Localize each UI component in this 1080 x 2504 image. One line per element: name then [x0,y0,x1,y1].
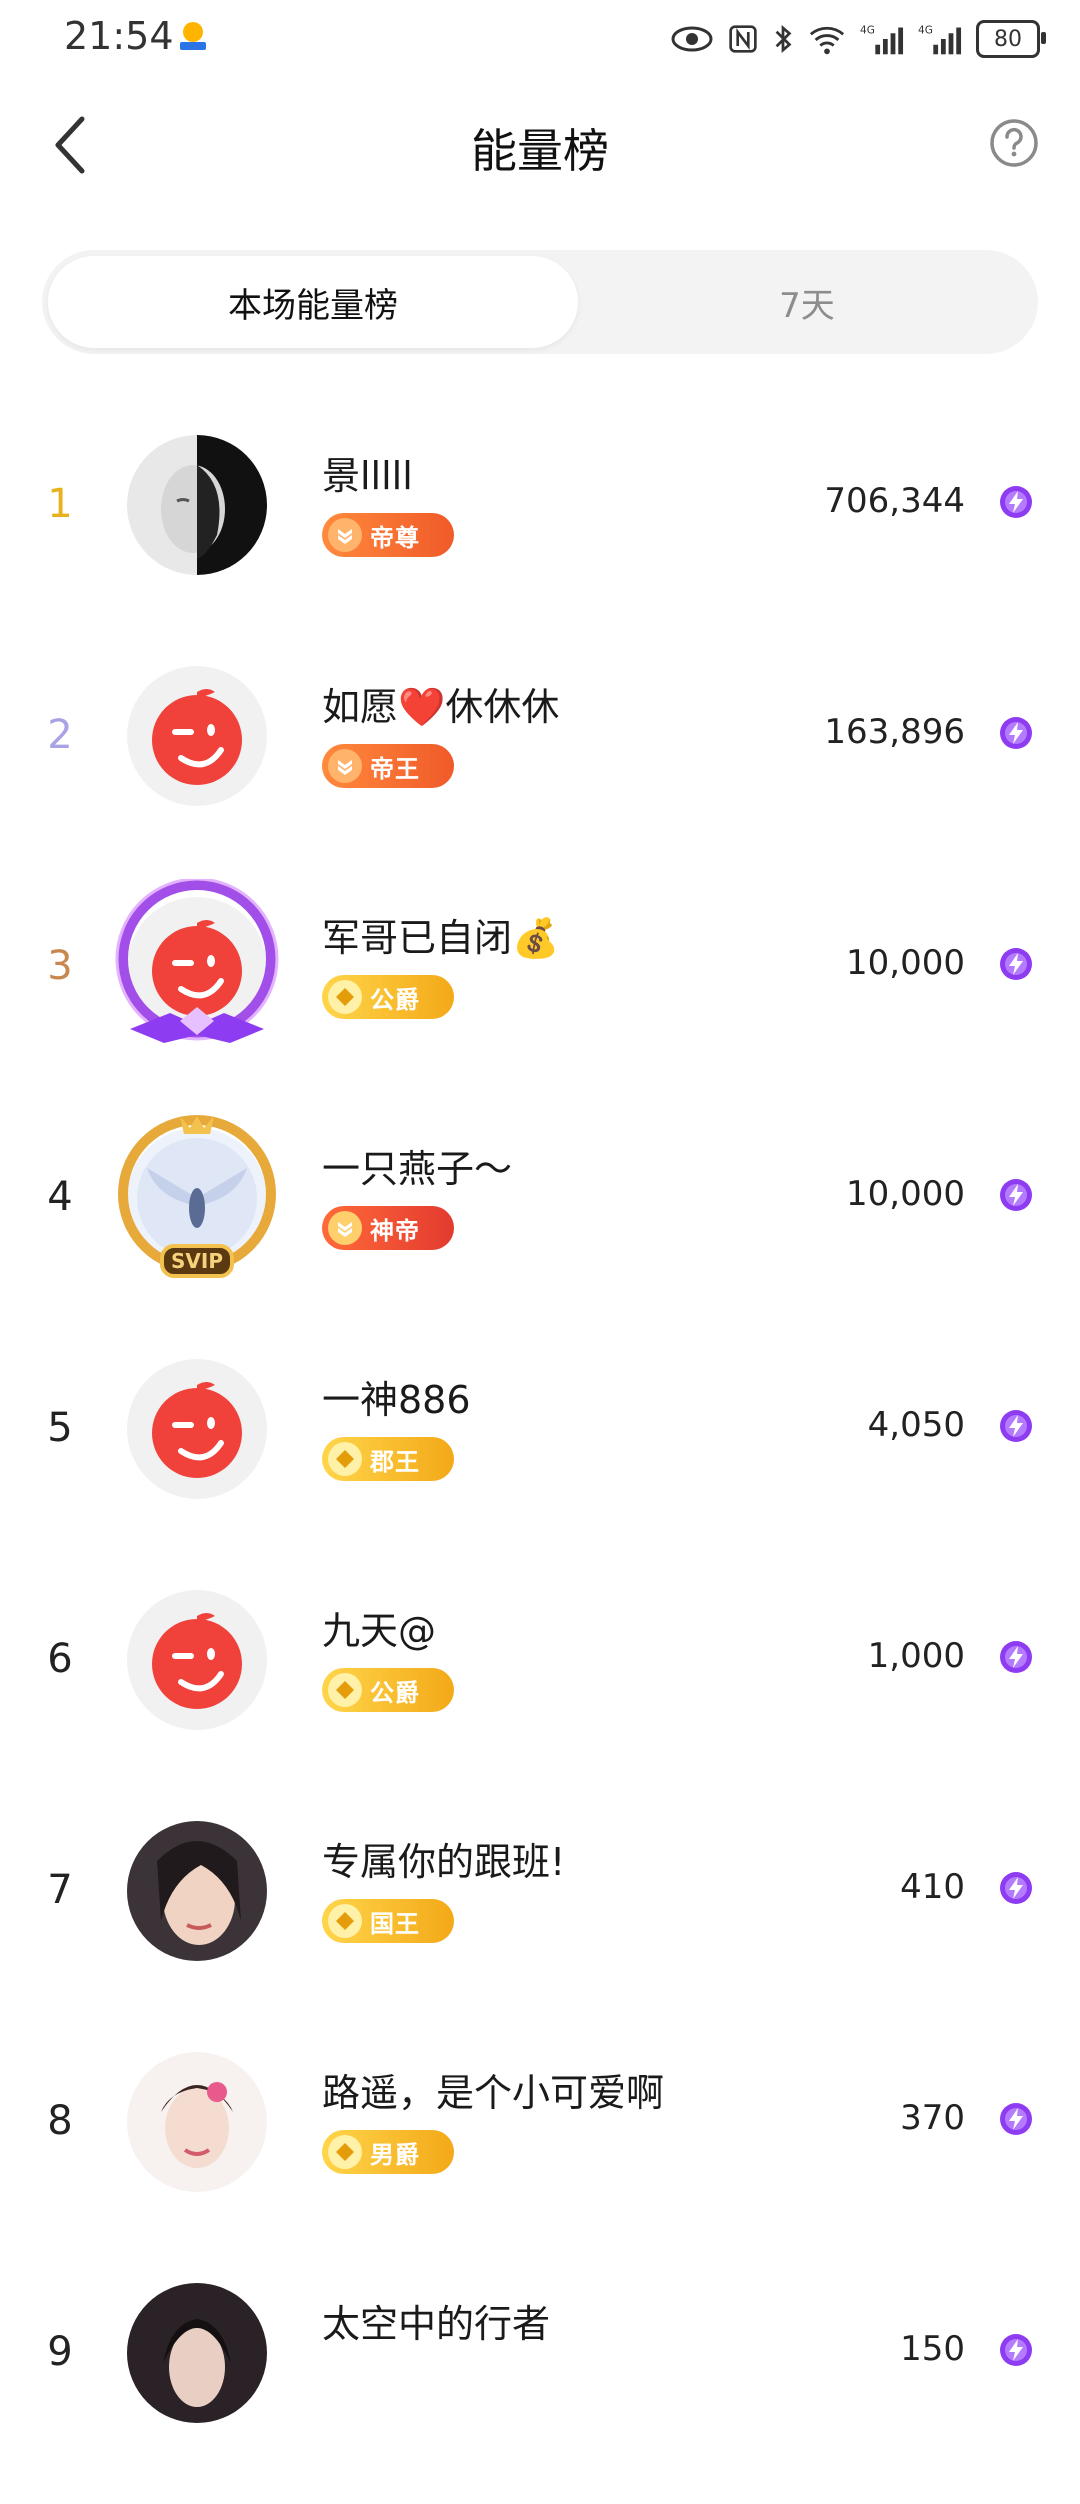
bluetooth-icon [775,25,792,53]
energy-bolt-icon [1000,486,1032,518]
user-name[interactable]: 景lllll [322,445,413,500]
purple-avatar-frame [115,879,279,1043]
level-badge-icon [328,1442,362,1476]
level-badge: 帝尊 [322,513,454,557]
page-title: 能量榜 [471,124,609,178]
rank-number: 5 [47,1405,73,1451]
status-bar: 21:54 4G 4G 80 [0,0,1080,80]
ranking-row[interactable]: 1 景lllll 帝尊 706,344 [0,425,1080,656]
ranking-row[interactable]: 5 一神886 郡王 4,050 [0,1349,1080,1580]
tab-current-session[interactable]: 本场能量榜 [48,256,578,348]
energy-score: 150 [900,2329,965,2369]
level-badge: 帝王 [322,744,454,788]
user-avatar[interactable] [127,2283,267,2423]
rank-number: 4 [47,1174,73,1220]
rank-number: 9 [47,2329,73,2375]
level-badge-label: 帝王 [370,754,420,783]
ranking-row[interactable]: 2 如愿❤️休休休 帝王 163,896 [0,656,1080,887]
user-avatar[interactable] [127,1590,267,1730]
signal-4g-icon-2: 4G [918,24,962,55]
help-icon[interactable] [988,117,1040,169]
user-name[interactable]: 九天@ [322,1600,436,1655]
level-badge-icon [328,2135,362,2169]
level-badge-icon [328,518,362,552]
level-badge: 男爵 [322,2130,454,2174]
rank-number: 7 [47,1867,73,1913]
rank-number: 2 [47,712,73,758]
user-avatar[interactable] [127,2052,267,2192]
level-badge-icon [328,1904,362,1938]
user-name[interactable]: 路遥，是个小可爱啊 [322,2062,664,2117]
level-badge-label: 公爵 [370,1678,420,1707]
level-badge: 公爵 [322,975,454,1019]
energy-bolt-icon [1000,1179,1032,1211]
app-notification-icon [180,22,206,50]
level-badge: 神帝 [322,1206,454,1250]
svg-text:SVIP: SVIP [171,1249,223,1273]
user-name[interactable]: 一只燕子～ [322,1138,512,1193]
level-badge-label: 郡王 [370,1447,420,1476]
top-nav: 能量榜 [0,95,1080,195]
level-badge: 公爵 [322,1668,454,1712]
energy-bolt-icon [1000,2103,1032,2135]
ranking-row[interactable]: 7 专属你的跟班! 国王 410 [0,1811,1080,2042]
energy-score: 4,050 [867,1405,965,1445]
energy-bolt-icon [1000,1641,1032,1673]
energy-score: 370 [900,2098,965,2138]
rank-number: 8 [47,2098,73,2144]
status-icons: 4G 4G 80 [670,14,1046,64]
svg-text:4G: 4G [860,24,875,36]
battery-icon: 80 [976,20,1046,58]
level-badge: 国王 [322,1899,454,1943]
energy-bolt-icon [1000,1872,1032,1904]
rank-number: 6 [47,1636,73,1682]
ranking-row[interactable]: 3 军哥已自闭💰 公爵 10,000 [0,879,1080,1118]
ranking-row[interactable]: 4 SVIP 一只燕子～ 神帝 10,000 [0,1115,1080,1349]
ranking-row[interactable]: 6 九天@ 公爵 1,000 [0,1580,1080,1811]
ranking-list: 1 景lllll 帝尊 706,344 2 如愿❤️休休休 帝王 163,896 [0,425,1080,2504]
level-badge-label: 公爵 [370,985,420,1014]
tab-7-days[interactable]: 7天 [582,256,1032,348]
nfc-icon [729,25,757,53]
level-badge-icon [328,980,362,1014]
user-name[interactable]: 如愿❤️休休休 [322,676,559,731]
svip-avatar-frame: SVIP [118,1115,276,1278]
level-badge: 郡王 [322,1437,454,1481]
energy-score: 10,000 [846,1174,965,1214]
level-badge-label: 国王 [370,1909,420,1938]
level-badge-label: 神帝 [370,1216,420,1245]
energy-bolt-icon [1000,1410,1032,1442]
rank-number: 3 [47,943,73,989]
wifi-icon [809,26,845,55]
status-time: 21:54 [64,14,174,58]
svg-text:4G: 4G [918,24,933,36]
user-avatar[interactable] [127,1359,267,1499]
ranking-tabs: 本场能量榜 7天 [42,250,1038,354]
level-badge-label: 帝尊 [370,523,420,552]
user-name[interactable]: 军哥已自闭💰 [322,907,559,962]
rank-number: 1 [47,481,73,527]
level-badge-icon [328,1211,362,1245]
energy-score: 10,000 [846,943,965,983]
user-avatar[interactable] [127,666,267,806]
level-badge-icon [328,1673,362,1707]
signal-4g-icon: 4G [860,24,904,55]
ranking-row[interactable]: 8 路遥，是个小可爱啊 男爵 370 [0,2042,1080,2273]
level-badge-icon [328,749,362,783]
energy-score: 706,344 [824,481,965,521]
energy-score: 163,896 [824,712,965,752]
user-name[interactable]: 一神886 [322,1369,471,1424]
user-avatar[interactable] [127,1821,267,1961]
ranking-row[interactable]: 9 太空中的行者 150 [0,2273,1080,2504]
energy-score: 1,000 [867,1636,965,1676]
energy-bolt-icon [1000,717,1032,749]
eye-icon [671,26,713,52]
level-badge-label: 男爵 [370,2140,420,2169]
energy-bolt-icon [1000,2334,1032,2366]
user-avatar[interactable] [127,435,267,575]
user-name[interactable]: 专属你的跟班! [322,1831,565,1886]
energy-score: 410 [900,1867,965,1907]
battery-level: 80 [994,26,1022,52]
energy-bolt-icon [1000,948,1032,980]
